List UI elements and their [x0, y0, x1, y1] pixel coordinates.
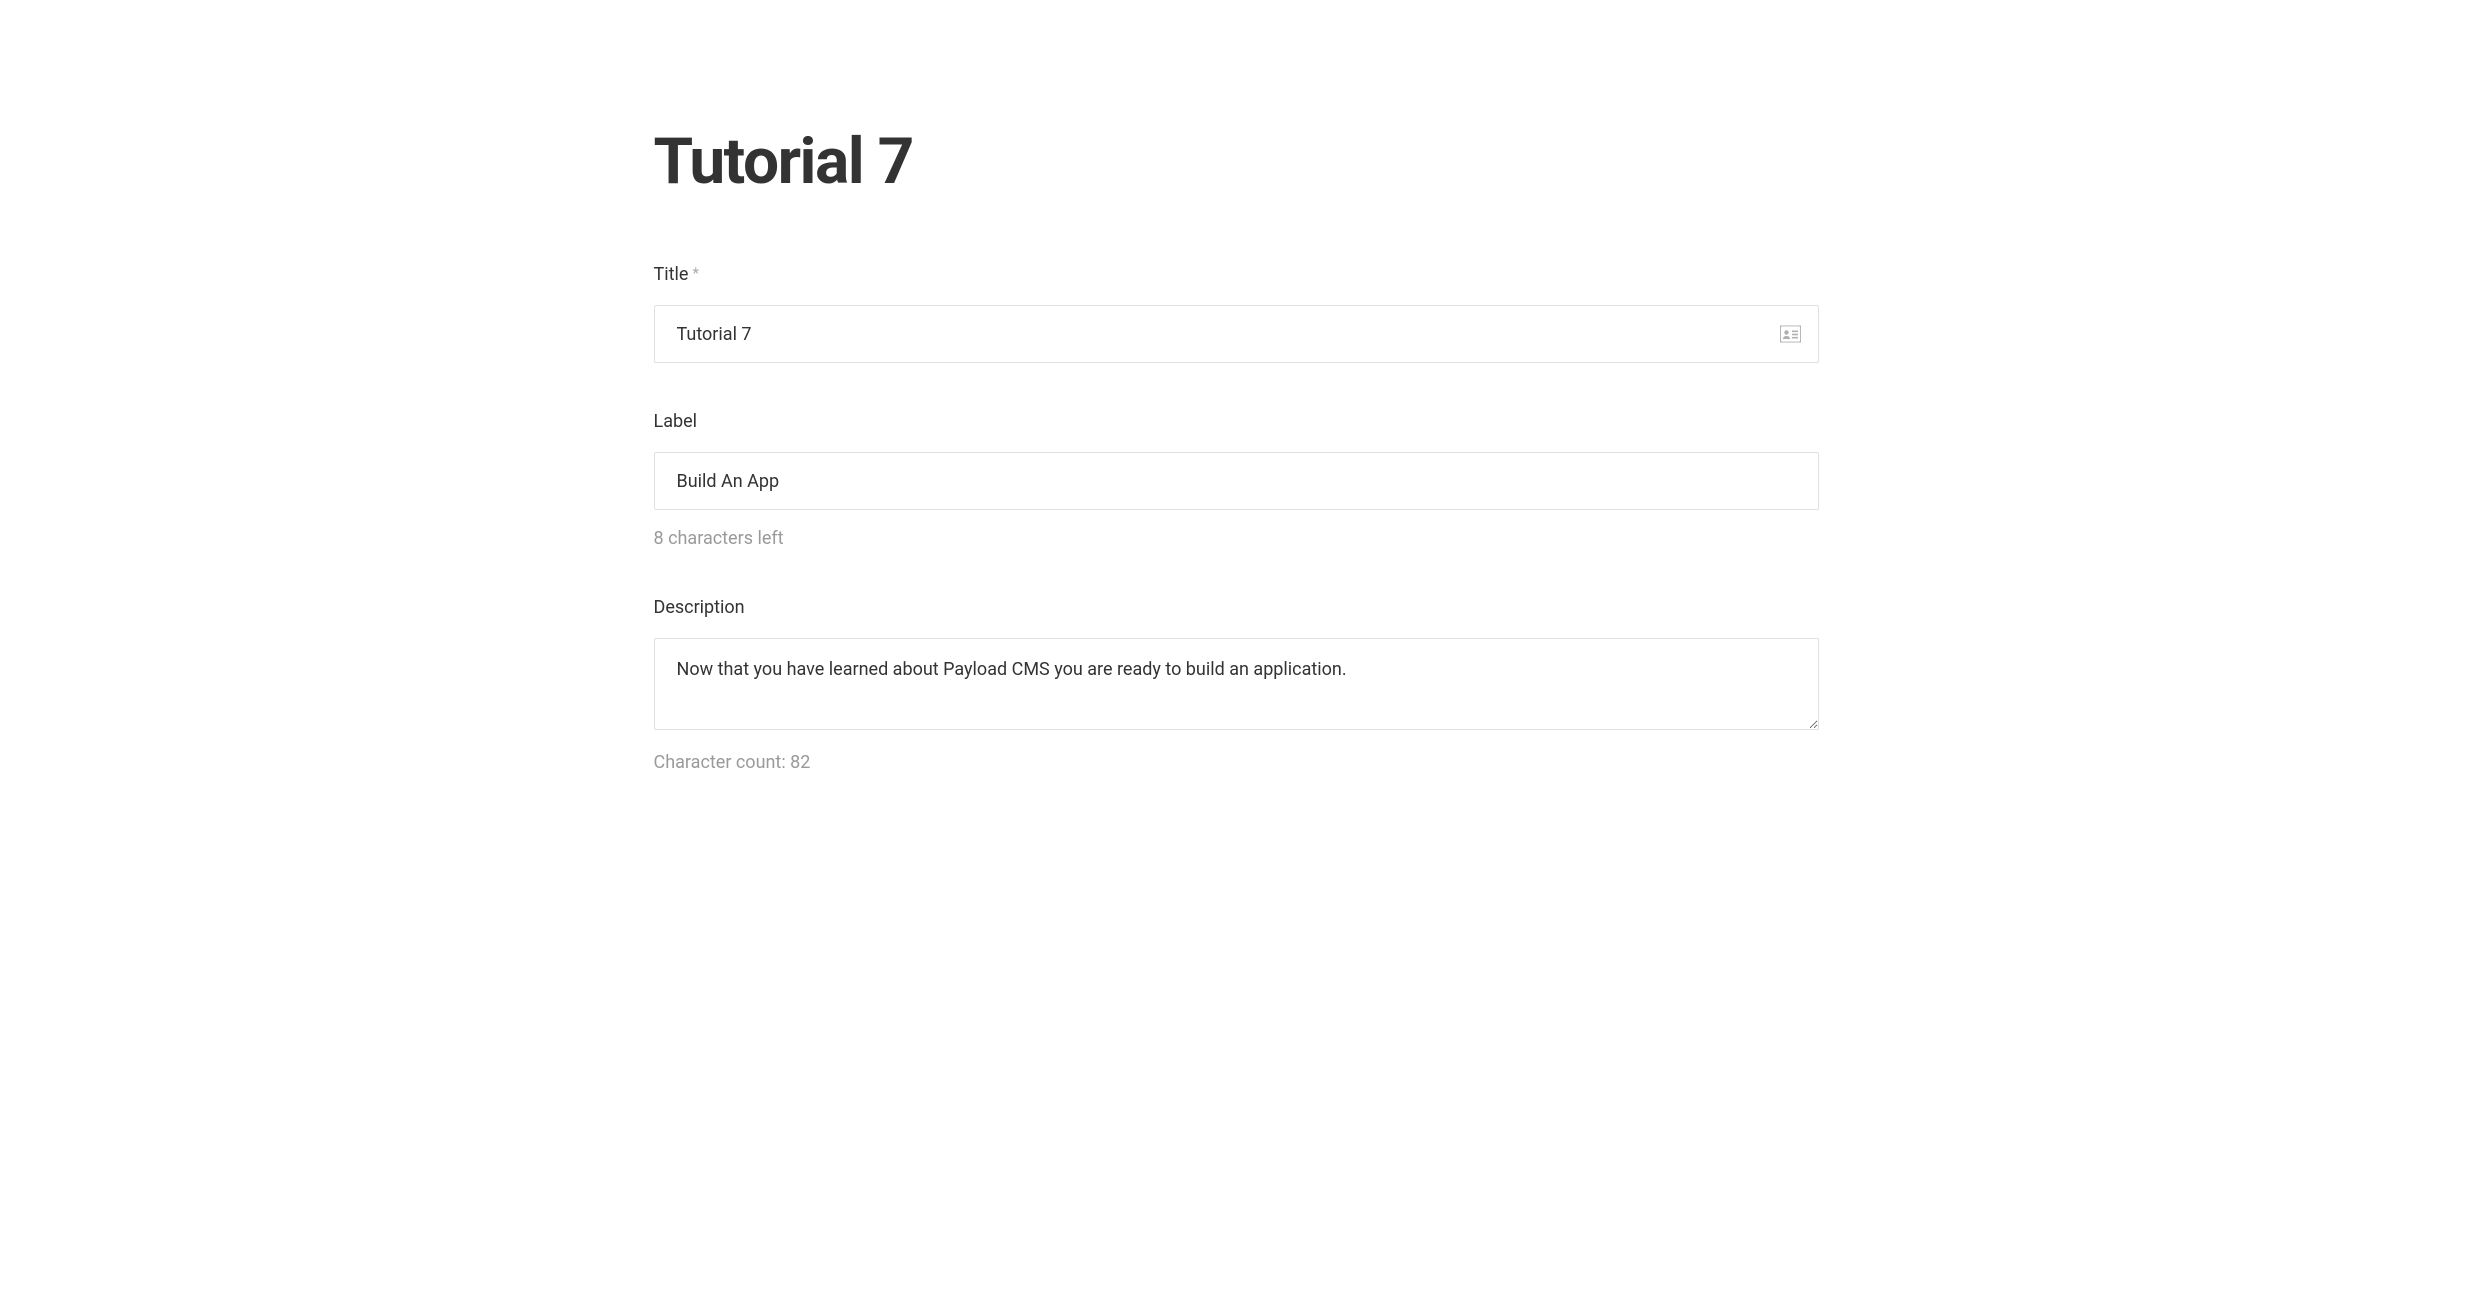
field-group-description: Description Character count: 82 — [654, 597, 1819, 773]
form-container: Tutorial 7 Title* Label 8 c — [654, 0, 1819, 881]
field-group-title: Title* — [654, 264, 1819, 363]
label-label: Label — [654, 411, 1819, 432]
label-input[interactable] — [654, 452, 1819, 510]
field-group-label: Label 8 characters left — [654, 411, 1819, 549]
description-textarea[interactable] — [654, 638, 1819, 730]
label-input-wrapper — [654, 452, 1819, 510]
description-helper-text: Character count: 82 — [654, 752, 1819, 773]
page-title: Tutorial 7 — [654, 130, 1819, 194]
title-label-text: Title — [654, 264, 689, 285]
description-label: Description — [654, 597, 1819, 618]
label-helper-text: 8 characters left — [654, 528, 1819, 549]
required-asterisk: * — [692, 264, 698, 282]
title-input[interactable] — [654, 305, 1819, 363]
title-label: Title* — [654, 264, 1819, 285]
title-input-wrapper — [654, 305, 1819, 363]
